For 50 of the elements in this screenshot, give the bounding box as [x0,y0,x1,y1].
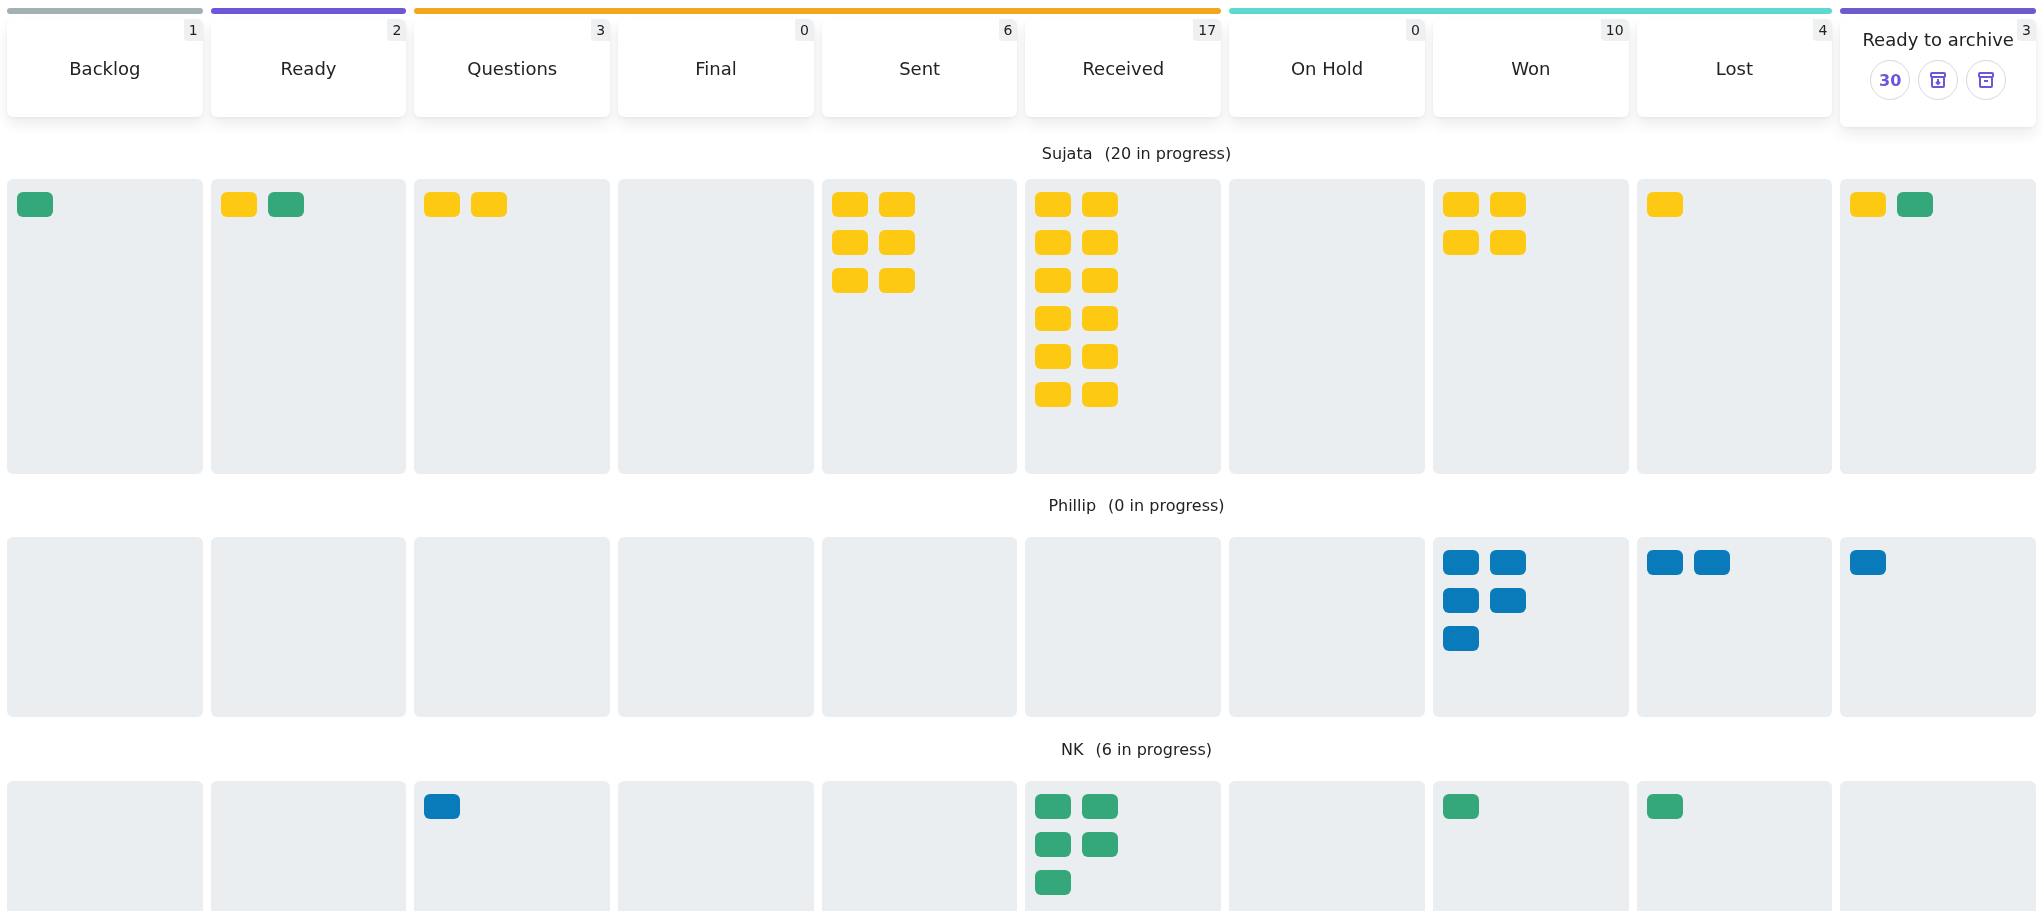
archive-icon [1977,71,1996,89]
lane-summary: (0 in progress) [1108,496,1225,515]
task-card[interactable] [1442,626,1479,651]
task-card[interactable] [1442,588,1479,613]
archived-count-button[interactable]: 30 [1870,60,1911,100]
task-card[interactable] [267,192,304,217]
column-title: Received [1082,57,1165,79]
lane-summary: (20 in progress) [1104,143,1232,163]
column-title: Sent [899,57,941,79]
task-card[interactable] [1646,794,1683,819]
count-badge: 1 [183,19,203,41]
count-badge: 4 [1813,19,1833,41]
column-title: Backlog [69,57,141,79]
column-title: Ready [280,57,337,79]
task-card[interactable] [17,192,53,217]
count-badge: 0 [1405,19,1425,41]
task-card[interactable] [1442,794,1479,819]
count-badge: 17 [1193,19,1222,41]
column-title: Questions [467,57,558,79]
column-title: Lost [1715,57,1754,79]
lane-name: NK [1061,739,1084,759]
count-badge: 0 [794,19,814,41]
task-card[interactable] [1035,794,1072,819]
task-card[interactable] [1693,550,1730,575]
task-card[interactable] [1850,550,1887,575]
task-card[interactable] [1489,588,1526,613]
column-title: On Hold [1290,57,1364,79]
count-badge: 3 [591,19,611,41]
column-title: Won [1511,57,1551,79]
lane-summary: (6 in progress) [1095,739,1212,759]
count-badge: 6 [998,19,1018,41]
task-card[interactable] [1082,794,1119,819]
column-title: Ready to archive [1862,29,2014,50]
task-card[interactable] [1035,832,1072,857]
task-card[interactable] [1489,550,1526,575]
lane-name: Sujata [1041,143,1093,163]
task-card[interactable] [424,794,461,819]
unarchive-button[interactable] [1918,60,1959,100]
task-card[interactable] [1897,192,1934,217]
count-badge: 2 [387,19,407,41]
lane-name: Phillip [1048,496,1097,515]
count-badge: 3 [2017,19,2036,41]
task-card[interactable] [1646,550,1683,575]
archive-button[interactable] [1966,60,2007,100]
task-card[interactable] [1035,870,1072,895]
task-card[interactable] [1082,832,1119,857]
column-title: Final [695,57,737,79]
count-badge: 10 [1600,19,1629,41]
task-card[interactable] [1442,550,1479,575]
archive-icon [1929,71,1948,89]
